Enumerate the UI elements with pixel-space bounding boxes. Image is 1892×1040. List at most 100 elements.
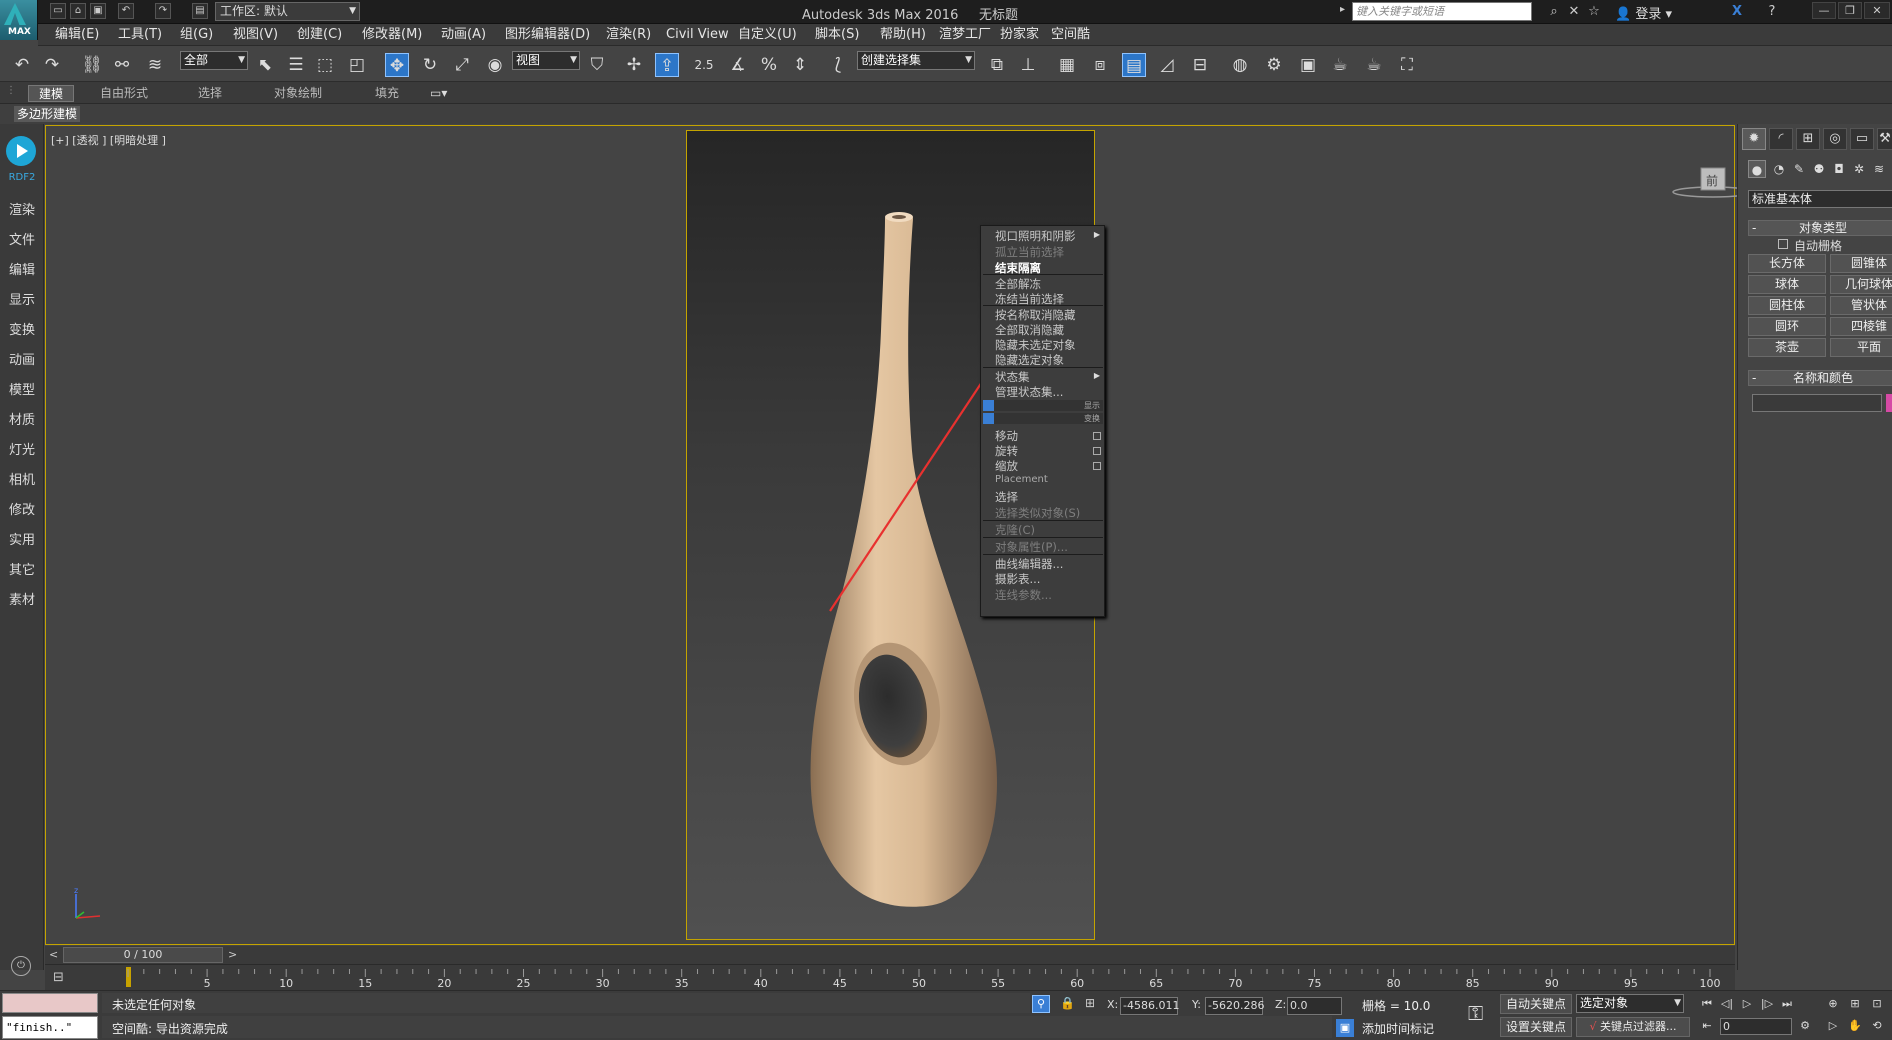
mirror-icon[interactable]: ⧉ [985,53,1009,77]
object-name-input[interactable] [1752,394,1882,412]
render-production-icon[interactable]: ☕ [1328,53,1352,77]
zoom-all-icon[interactable]: ⊞ [1845,995,1865,1013]
menu-item-unhide-by-name[interactable]: 按名称取消隐藏 [995,307,1076,323]
selected-set-dropdown[interactable]: 选定对象 ▼ [1576,994,1684,1013]
z-coord-input[interactable]: 0.0 [1287,997,1342,1015]
pivot-center-icon[interactable]: ⛉ [585,53,609,77]
menu-item-clone[interactable]: 克隆(C) [995,522,1035,538]
settings-box-icon[interactable] [1093,462,1101,470]
track-bar[interactable]: ⊟ 5 10 15 20 25 30 35 40 45 50 55 60 65 70 75 80 85 90 95 1… [45,964,1735,990]
display-tab-icon[interactable]: ▭ [1850,128,1874,150]
project-folder-icon[interactable]: ▤ [192,3,208,19]
select-place-icon[interactable]: ◉ [483,53,507,77]
menu-tools[interactable]: 工具(T) [118,26,162,44]
menu-customize[interactable]: 自定义(U) [738,26,797,44]
undo-icon[interactable]: ↶ [10,53,34,77]
menu-item-hide-selection[interactable]: 隐藏选定对象 [995,352,1064,368]
sidebar-item-animation[interactable]: 动画 [0,349,44,368]
selection-lock-icon[interactable]: 🔒 [1060,996,1075,1010]
time-tag-icon[interactable]: ▣ [1336,1019,1354,1037]
selection-filter-dropdown[interactable]: 全部 ▼ [180,51,248,70]
sidebar-item-render[interactable]: 渲染 [0,199,44,218]
goto-end-icon[interactable]: ⏭ [1777,995,1797,1013]
redo-icon[interactable]: ↷ [155,3,171,19]
mini-curve-editor-icon[interactable]: ⊟ [53,970,64,985]
menu-item-isolate-selection[interactable]: 孤立当前选择 [995,244,1064,260]
space-warps-icon[interactable]: ✲ [1850,160,1868,178]
tab-modeling[interactable]: 建模 [28,85,75,102]
torus-button[interactable]: 圆环 [1748,317,1826,336]
set-key-button[interactable]: 设置关键点 [1500,1017,1572,1037]
menu-civil-view[interactable]: Civil View [666,26,729,44]
menu-create[interactable]: 创建(C) [297,26,342,44]
pan-view-icon[interactable]: ✋ [1845,1017,1865,1035]
sidebar-item-light[interactable]: 灯光 [0,439,44,458]
auto-grid-checkbox[interactable] [1778,239,1788,249]
menu-item-viewport-lighting[interactable]: 视口照明和阴影 [995,228,1076,244]
sidebar-item-transform[interactable]: 变换 [0,319,44,338]
sidebar-item-other[interactable]: 其它 [0,559,44,578]
maxscript-output[interactable]: "finish.." [2,1016,98,1039]
polygon-modeling-label[interactable]: 多边形建模 [14,106,81,122]
link-icon[interactable]: ⛓ [80,53,104,77]
schematic-view-icon[interactable]: ⊟ [1188,53,1212,77]
cameras-icon[interactable]: ⚉ [1810,160,1828,178]
redo-icon[interactable]: ↷ [40,53,64,77]
undo-icon[interactable]: ↶ [118,3,134,19]
goto-start-icon[interactable]: ⏮ [1697,995,1717,1013]
menu-item-unhide-all[interactable]: 全部取消隐藏 [995,322,1064,338]
minimize-button[interactable]: — [1812,2,1836,19]
keyboard-shortcut-override-icon[interactable]: ⇪ [655,53,679,77]
menu-group[interactable]: 组(G) [180,26,213,44]
sidebar-item-file[interactable]: 文件 [0,229,44,248]
layer-manager-icon[interactable]: ⧈ [1088,53,1112,77]
zoom-extents-icon[interactable]: ⊡ [1867,995,1887,1013]
shapes-icon[interactable]: ◔ [1770,160,1788,178]
zoom-icon[interactable]: ⊕ [1823,995,1843,1013]
isolate-toggle-icon[interactable]: ⚲ [1032,995,1050,1013]
menu-animation[interactable]: 动画(A) [441,26,486,44]
sidebar-item-material[interactable]: 材质 [0,409,44,428]
menu-item-move[interactable]: 移动 [995,428,1018,444]
window-crossing-icon[interactable]: ◰ [345,53,369,77]
login-button[interactable]: 👤 登录 ▾ [1615,3,1672,22]
edit-named-selection-icon[interactable]: ⟅ [826,53,850,77]
menu-item-curve-editor[interactable]: 曲线编辑器... [995,556,1063,572]
menu-item-hide-unselected[interactable]: 隐藏未选定对象 [995,337,1076,353]
menu-help[interactable]: 帮助(H) [880,26,926,44]
menu-kongjianku[interactable]: 空间酷 [1051,26,1090,44]
modify-tab-icon[interactable]: ◜ [1769,128,1793,150]
add-time-tag[interactable]: 添加时间标记 [1362,1020,1434,1037]
geometry-icon[interactable]: ● [1748,160,1766,178]
play-icon[interactable]: ▷ [1737,995,1757,1013]
percent-snap-icon[interactable]: % [757,53,781,77]
tab-selection[interactable]: 选择 [198,85,222,102]
select-scale-icon[interactable]: ⤢ [450,53,474,77]
close-button[interactable]: ✕ [1864,2,1890,19]
select-move-icon[interactable]: ✥ [385,53,409,77]
sidebar-item-utility[interactable]: 实用 [0,529,44,548]
subscription-icon[interactable]: ✕ [1565,3,1583,21]
select-by-name-icon[interactable]: ☰ [284,53,308,77]
create-tab-icon[interactable]: ✹ [1742,128,1766,150]
next-frame-icon[interactable]: > [228,948,237,961]
prev-key-icon[interactable]: ◁| [1717,995,1737,1013]
align-icon[interactable]: ⊥ [1016,53,1040,77]
tube-button[interactable]: 管状体 [1830,296,1892,315]
menu-graph-editors[interactable]: 图形编辑器(D) [505,26,590,44]
cone-button[interactable]: 圆锥体 [1830,254,1892,273]
open-file-icon[interactable]: ⌂ [70,3,86,19]
sidebar-item-display[interactable]: 显示 [0,289,44,308]
cylinder-button[interactable]: 圆柱体 [1748,296,1826,315]
box-button[interactable]: 长方体 [1748,254,1826,273]
motion-tab-icon[interactable]: ◎ [1823,128,1847,150]
select-object-icon[interactable]: ⬉ [253,53,277,77]
menu-rendering[interactable]: 渲染(R) [606,26,651,44]
menu-item-wire-parameters[interactable]: 连线参数... [995,587,1052,603]
render-in-cloud-icon[interactable]: ⛶ [1395,53,1419,77]
material-editor-icon[interactable]: ◍ [1228,53,1252,77]
prev-frame-icon[interactable]: < [49,948,58,961]
object-type-rollout[interactable]: - 对象类型 [1748,220,1892,236]
exchange-apps-icon[interactable]: X [1728,3,1746,21]
menu-banjiajia[interactable]: 扮家家 [1000,26,1039,44]
